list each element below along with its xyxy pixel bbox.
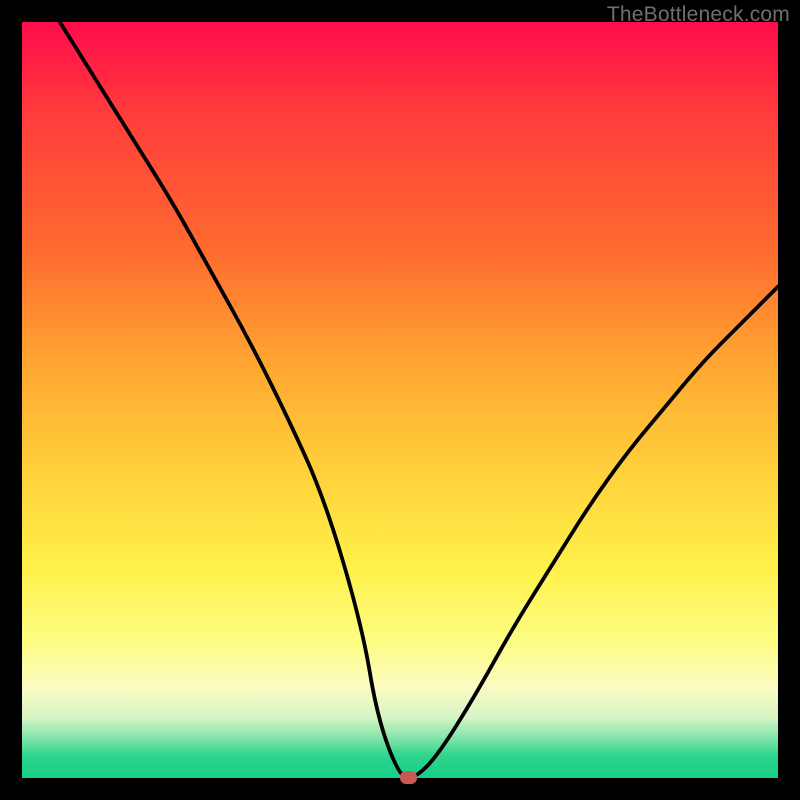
- plot-area: [22, 22, 778, 778]
- optimum-marker: [400, 771, 417, 784]
- chart-frame: TheBottleneck.com: [0, 0, 800, 800]
- bottleneck-curve: [22, 22, 778, 778]
- watermark-text: TheBottleneck.com: [607, 3, 790, 27]
